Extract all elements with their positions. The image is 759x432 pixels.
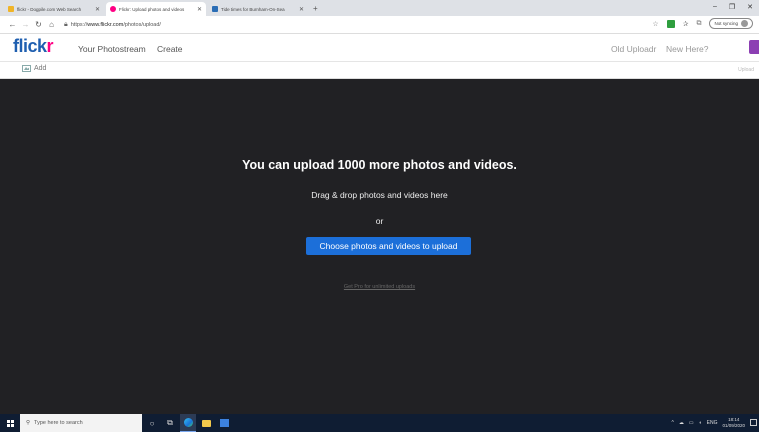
favorite-star-icon[interactable]: ☆ — [652, 20, 658, 28]
get-pro-link[interactable]: Get Pro for unlimited uploads — [0, 284, 759, 290]
browser-toolbar-right: ☆ ✰ ⧉ Not syncing — [652, 18, 753, 29]
file-explorer-icon[interactable] — [198, 414, 214, 432]
volume-icon[interactable]: ◖ — [699, 420, 702, 426]
profile-avatar-icon — [741, 20, 748, 27]
flickr-logo[interactable]: flickr — [13, 36, 54, 57]
task-view-icon[interactable]: ⧉ — [162, 414, 178, 432]
back-arrow-icon[interactable]: ← — [6, 20, 19, 29]
browser-tab-flickr-upload[interactable]: Flickr: Upload photos and videos ✕ — [106, 2, 206, 16]
clock-date: 01/09/2020 — [722, 422, 745, 428]
add-button[interactable]: Add — [22, 65, 46, 72]
notifications-icon[interactable] — [750, 419, 757, 426]
tab-title: Flickr: Upload photos and videos — [119, 6, 185, 12]
browser-tab-dogpile[interactable]: flickr - Dogpile.com Web Search ✕ — [4, 2, 104, 16]
home-icon[interactable]: ⌂ — [45, 20, 58, 29]
nav-new-here[interactable]: New Here? — [666, 44, 709, 54]
tide-favicon-icon — [212, 6, 218, 12]
taskbar-clock[interactable]: 18:14 01/09/2020 — [722, 417, 745, 428]
minimize-icon[interactable]: – — [713, 3, 717, 11]
tab-close-icon[interactable]: ✕ — [95, 6, 100, 13]
network-icon[interactable]: ▭ — [689, 420, 694, 426]
system-tray: ^ ☁ ▭ ◖ ENG 18:14 01/09/2020 — [672, 417, 746, 428]
tray-chevron-icon[interactable]: ^ — [672, 420, 674, 426]
url-field[interactable]: https://www.flickr.com/photos/upload/ — [71, 22, 161, 28]
user-avatar[interactable] — [749, 40, 759, 54]
upload-toolbar: Add Upload — [0, 62, 759, 79]
nav-your-photostream[interactable]: Your Photostream — [78, 44, 146, 54]
onedrive-icon[interactable]: ☁ — [679, 420, 684, 426]
extension-icon[interactable] — [666, 19, 675, 28]
store-icon[interactable] — [216, 414, 232, 432]
language-indicator[interactable]: ENG — [707, 420, 718, 426]
maximize-icon[interactable]: ❐ — [729, 3, 735, 11]
tab-title: flickr - Dogpile.com Web Search — [17, 6, 82, 12]
lock-icon: 🔒︎ — [64, 20, 68, 28]
search-placeholder: Type here to search — [34, 420, 83, 426]
nav-create[interactable]: Create — [157, 44, 183, 54]
upload-headline: You can upload 1000 more photos and vide… — [242, 158, 517, 172]
or-text: or — [375, 216, 384, 226]
url-path: /photos/upload/ — [123, 21, 161, 28]
logo-blue-part: flick — [13, 36, 47, 56]
flickr-header: flickr Your Photostream Create Old Uploa… — [0, 34, 759, 62]
logo-pink-part: r — [46, 36, 54, 56]
add-photo-icon — [22, 65, 31, 72]
browser-tab-tide-times[interactable]: Tide times for Burnham-On-Sea ✕ — [208, 2, 308, 16]
browser-address-bar: ← → ↻ ⌂ 🔒︎ https://www.flickr.com/photos… — [0, 16, 759, 34]
url-host: www.flickr.com — [87, 21, 124, 28]
windows-taskbar: ⚲ Type here to search ○ ⧉ ^ ☁ ▭ ◖ ENG 18… — [0, 414, 759, 432]
nav-old-uploadr[interactable]: Old Uploadr — [611, 44, 656, 54]
tab-close-icon[interactable]: ✕ — [299, 6, 304, 13]
forward-arrow-icon[interactable]: → — [19, 20, 32, 29]
profile-label: Not syncing — [714, 21, 738, 26]
tab-title: Tide times for Burnham-On-Sea — [221, 6, 285, 12]
collections-icon[interactable]: ⧉ — [696, 20, 701, 28]
browser-tab-strip: flickr - Dogpile.com Web Search ✕ Flickr… — [0, 0, 759, 16]
url-prefix: https:// — [70, 21, 88, 28]
windows-start-icon[interactable] — [0, 414, 20, 432]
close-window-icon[interactable]: ✕ — [747, 3, 753, 11]
new-tab-button[interactable]: + — [313, 4, 318, 13]
refresh-icon[interactable]: ↻ — [32, 20, 45, 29]
drag-drop-text: Drag & drop photos and videos here — [311, 190, 448, 200]
taskbar-search-input[interactable]: ⚲ Type here to search — [20, 414, 142, 432]
tab-close-icon[interactable]: ✕ — [197, 6, 202, 13]
dogpile-favicon-icon — [8, 6, 14, 12]
window-controls: – ❐ ✕ — [713, 3, 753, 11]
favorites-list-icon[interactable]: ✰ — [683, 20, 689, 28]
upload-button[interactable]: Upload — [738, 67, 754, 73]
profile-button[interactable]: Not syncing — [709, 18, 753, 29]
cortana-icon[interactable]: ○ — [144, 414, 160, 432]
upload-drop-zone[interactable]: You can upload 1000 more photos and vide… — [0, 79, 759, 414]
add-label: Add — [34, 65, 47, 72]
choose-photos-button[interactable]: Choose photos and videos to upload — [306, 237, 471, 255]
search-icon: ⚲ — [26, 420, 31, 426]
edge-browser-icon[interactable] — [180, 414, 196, 432]
flickr-favicon-icon — [110, 6, 116, 12]
